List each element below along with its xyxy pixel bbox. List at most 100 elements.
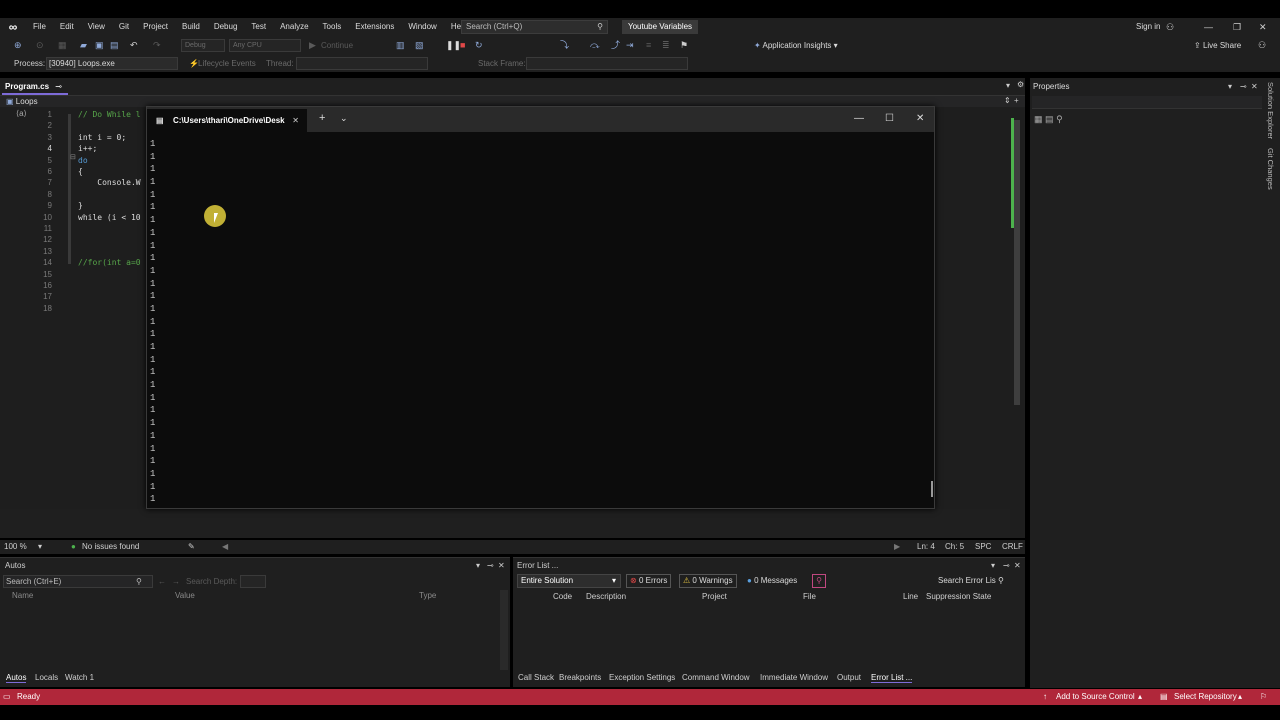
tab-watch-1[interactable]: Watch 1 — [65, 673, 94, 682]
stop-icon[interactable]: ■ — [460, 39, 465, 52]
settings-gear-icon[interactable]: ⚙ — [1017, 80, 1024, 89]
console-tab-close-icon[interactable]: ✕ — [292, 109, 299, 132]
errors-filter-button[interactable]: ⊗ 0 Errors — [626, 574, 672, 588]
zoom-level[interactable]: 100 % — [4, 540, 27, 554]
code-line[interactable]: } — [78, 200, 83, 211]
forward-nav-icon[interactable]: ⊙ — [36, 39, 44, 52]
restart-icon[interactable]: ↻ — [475, 39, 483, 52]
editor-vertical-scrollbar[interactable] — [1010, 108, 1024, 538]
column-file[interactable]: File — [803, 592, 816, 601]
scroll-left-icon[interactable]: ◀ — [222, 540, 228, 554]
add-source-chevron-icon[interactable]: ▴ — [1138, 689, 1142, 705]
tab-locals[interactable]: Locals — [35, 673, 58, 682]
console-maximize-icon[interactable]: ☐ — [885, 111, 894, 126]
menu-project[interactable]: Project — [136, 18, 175, 36]
pause-icon[interactable]: ❚❚ — [446, 39, 461, 52]
menu-analyze[interactable]: Analyze — [273, 18, 315, 36]
step-into-icon[interactable]: ⤵ — [560, 39, 569, 52]
code-line[interactable]: i++; — [78, 143, 97, 154]
select-repo-chevron-icon[interactable]: ▴ — [1238, 689, 1242, 705]
restore-icon[interactable]: ❐ — [1233, 18, 1241, 36]
lifecycle-events-button[interactable]: Lifecycle Events — [198, 58, 256, 69]
code-cleanup-icon[interactable]: ✎ — [188, 540, 195, 554]
sign-in-link[interactable]: Sign in — [1136, 18, 1160, 36]
code-line[interactable]: // Do While l — [78, 109, 141, 120]
menu-tools[interactable]: Tools — [316, 18, 349, 36]
whitespace-indicator[interactable]: SPC — [975, 540, 991, 554]
code-line[interactable]: int i = 0; — [78, 132, 126, 143]
select-repository-button[interactable]: Select Repository — [1174, 689, 1237, 705]
tab-call-stack[interactable]: Call Stack — [518, 673, 554, 682]
git-changes-tab[interactable]: Git Changes — [1266, 148, 1275, 190]
save-all-icon[interactable]: ▤ — [110, 39, 119, 52]
thread-select[interactable] — [296, 57, 428, 70]
console-window[interactable]: ▤ C:\Users\thari\OneDrive\Desk ✕ + ⌄ — ☐… — [146, 106, 935, 509]
menu-window[interactable]: Window — [401, 18, 443, 36]
scroll-thumb[interactable] — [1014, 120, 1020, 405]
pane-close-icon[interactable]: ✕ — [1251, 82, 1258, 91]
process-select[interactable]: [30940] Loops.exe — [46, 57, 178, 70]
diagnostics-icon[interactable]: ▧ — [415, 39, 424, 52]
menu-git[interactable]: Git — [112, 18, 136, 36]
bookmark-icon[interactable]: ⚑ — [680, 39, 688, 52]
line-indicator[interactable]: Ln: 4 — [917, 540, 935, 554]
console-scrollbar[interactable] — [931, 481, 933, 497]
code-line[interactable]: do — [78, 155, 88, 166]
error-pin-icon[interactable]: ⊸ — [1003, 561, 1010, 570]
hot-reload-icon[interactable]: ▥ — [396, 39, 405, 52]
search-back-icon[interactable]: ← — [158, 577, 166, 586]
pane-options-chevron-icon[interactable]: ▾ — [1228, 82, 1232, 91]
global-search-input[interactable]: Search (Ctrl+Q) ⚲ — [461, 20, 608, 34]
properties-object-select[interactable] — [1032, 96, 1262, 109]
close-icon[interactable]: ✕ — [1259, 18, 1267, 36]
error-close-icon[interactable]: ✕ — [1014, 561, 1021, 570]
collapse-toggle-icon[interactable]: ⊟ — [70, 153, 76, 161]
tab-dropdown-chevron-icon[interactable]: ⌄ — [340, 111, 348, 126]
tab-immediate-window[interactable]: Immediate Window — [760, 673, 828, 682]
search-depth-select[interactable] — [240, 575, 266, 588]
menu-view[interactable]: View — [81, 18, 112, 36]
code-line[interactable]: { — [78, 166, 83, 177]
autos-options-chevron-icon[interactable]: ▾ — [476, 561, 480, 570]
pin-icon[interactable]: ⊸ — [55, 82, 62, 91]
error-search-input[interactable]: Search Error Lis ⚲ — [938, 574, 1024, 588]
scroll-right-icon[interactable]: ▶ — [894, 540, 900, 554]
code-line[interactable]: while (i < 10 — [78, 212, 141, 223]
console-minimize-icon[interactable]: — — [854, 111, 864, 126]
error-options-chevron-icon[interactable]: ▾ — [991, 561, 995, 570]
column-project[interactable]: Project — [702, 592, 727, 601]
menu-edit[interactable]: Edit — [53, 18, 81, 36]
minimize-icon[interactable]: — — [1204, 18, 1213, 36]
code-line[interactable]: //for(int a=0 — [78, 257, 141, 268]
tab-command-window[interactable]: Command Window — [682, 673, 750, 682]
tab-error-list[interactable]: Error List ... — [871, 673, 913, 683]
code-line[interactable]: Console.W — [78, 177, 140, 188]
align-left-icon[interactable]: ≡ — [646, 39, 651, 52]
messages-filter-button[interactable]: ● 0 Messages — [747, 574, 797, 588]
add-to-source-control-button[interactable]: Add to Source Control — [1056, 689, 1135, 705]
solution-explorer-tab[interactable]: Solution Explorer — [1266, 82, 1275, 139]
continue-button[interactable]: Continue — [321, 39, 353, 52]
new-item-icon[interactable]: ▦ — [58, 39, 67, 52]
column-value[interactable]: Value — [175, 591, 195, 600]
step-out-icon[interactable]: ⤴ — [611, 39, 620, 52]
menu-file[interactable]: File — [26, 18, 53, 36]
menu-test[interactable]: Test — [244, 18, 273, 36]
open-folder-icon[interactable]: ▰ — [80, 39, 87, 52]
tab-program-cs[interactable]: Program.cs ⊸ ✕ — [2, 81, 68, 103]
console-tab[interactable]: ▤ C:\Users\thari\OneDrive\Desk ✕ — [147, 109, 307, 132]
menu-build[interactable]: Build — [175, 18, 207, 36]
add-icon[interactable]: + — [1014, 96, 1019, 105]
autos-close-icon[interactable]: ✕ — [498, 561, 505, 570]
split-editor-icon[interactable]: ⇕ — [1004, 96, 1011, 105]
search-forward-icon[interactable]: → — [172, 577, 180, 586]
autos-search-input[interactable]: Search (Ctrl+E) ⚲ — [3, 575, 153, 588]
continue-icon[interactable]: ▶ — [309, 39, 316, 52]
categorized-icon[interactable]: ▦ — [1034, 114, 1043, 124]
column-code[interactable]: Code — [553, 592, 572, 601]
stack-frame-select[interactable] — [526, 57, 688, 70]
tab-list-chevron-icon[interactable]: ▾ — [1006, 81, 1010, 90]
char-indicator[interactable]: Ch: 5 — [945, 540, 964, 554]
tab-exception-settings[interactable]: Exception Settings — [609, 673, 675, 682]
menu-extensions[interactable]: Extensions — [348, 18, 401, 36]
